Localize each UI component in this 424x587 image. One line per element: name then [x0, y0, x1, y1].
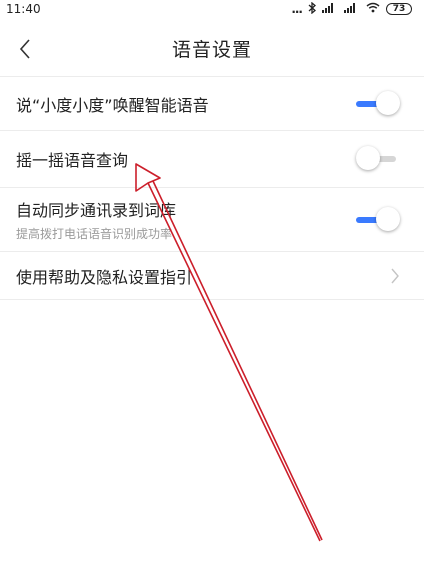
setting-help-privacy-label: 使用帮助及隐私设置指引 [16, 267, 193, 287]
shake-query-toggle[interactable] [356, 146, 402, 172]
sync-contacts-toggle[interactable] [356, 206, 402, 233]
setting-sync-contacts-sublabel: 提高拨打电话语音识别成功率 [16, 227, 173, 241]
toggle-knob [376, 206, 400, 231]
toggle-knob [356, 146, 380, 170]
signal-icon-2 [344, 2, 360, 16]
bluetooth-icon [308, 1, 316, 17]
wake-voice-toggle[interactable] [356, 90, 402, 117]
setting-wake-voice[interactable]: 说“小度小度”唤醒智能语音 [0, 76, 424, 130]
setting-shake-query-label: 摇一摇语音查询 [16, 151, 129, 170]
back-button[interactable] [10, 32, 40, 66]
settings-list: 说“小度小度”唤醒智能语音 摇一摇语音查询 自动同步通讯录到词库 提高拨打电话语… [0, 76, 424, 300]
status-bar: 11:40 ... 73 [0, 0, 424, 18]
voice-settings-screen: 11:40 ... 73 语音设置 说“小度小度”唤醒智能语音 摇一摇语音查询 … [0, 0, 424, 587]
status-icons: ... 73 [291, 1, 412, 17]
setting-shake-query[interactable]: 摇一摇语音查询 [0, 130, 424, 187]
status-time: 11:40 [6, 2, 41, 16]
setting-wake-voice-label: 说“小度小度”唤醒智能语音 [16, 95, 209, 115]
setting-help-privacy[interactable]: 使用帮助及隐私设置指引 [0, 251, 424, 300]
setting-sync-contacts[interactable]: 自动同步通讯录到词库 提高拨打电话语音识别成功率 [0, 187, 424, 251]
page-title: 语音设置 [171, 38, 252, 61]
setting-sync-contacts-label: 自动同步通讯录到词库 [16, 201, 177, 220]
chevron-left-icon [19, 39, 30, 59]
wifi-icon [366, 2, 380, 16]
header: 语音设置 [0, 18, 424, 78]
battery-icon: 73 [386, 3, 412, 15]
toggle-knob [376, 90, 400, 115]
signal-icon [322, 2, 338, 16]
chevron-right-icon [391, 268, 399, 283]
more-dots-icon: ... [291, 2, 303, 16]
